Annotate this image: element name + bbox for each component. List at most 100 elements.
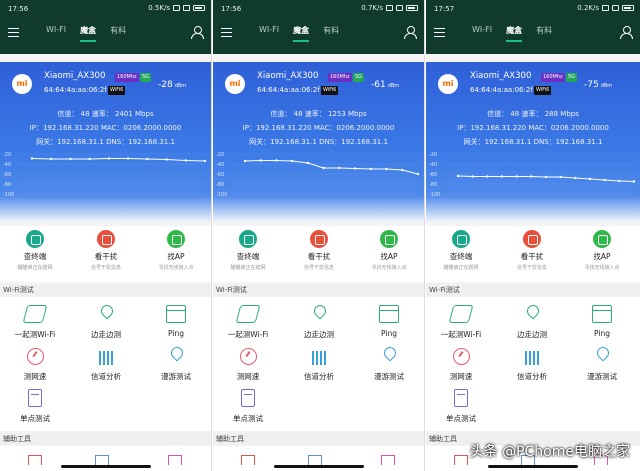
gateway-dns: 网关：192.168.31.1 DNS：192.168.31.1 [463,138,603,146]
tool-speed-test[interactable]: 测网速 [213,347,283,382]
menu-icon[interactable] [221,28,232,37]
y-tick-label: -40 [3,162,11,168]
tool-label: 信道分析 [517,372,547,381]
tool-together-test[interactable]: 一起测Wi-Fi [213,305,283,340]
quick-interference[interactable]: 看干扰 信号干扰信息 [71,230,141,271]
tab-youliao[interactable]: 有料 [323,25,339,42]
aux-tool-icon[interactable] [454,455,468,465]
tool-label: 测网速 [23,372,47,381]
y-tick-label: -80 [429,182,437,188]
quick-label: 查终端 [23,252,47,261]
home-indicator[interactable] [488,465,578,468]
phone-screen-2: 17:56 0.7K/s WI-FI 魔盒 有料 mi Xiaomi_AX300… [213,0,425,471]
tool-ping[interactable]: Ping [354,305,424,338]
quick-find-ap[interactable]: 找AP 寻找无线接入点 [141,230,211,271]
tab-wifi[interactable]: WI-FI [46,25,66,42]
signal-point [618,179,621,183]
tool-single-point-test[interactable]: 单点测试 [426,389,496,424]
ip-mac: IP：192.168.31.220 MAC：0206.2000.0000 [242,124,395,132]
scan-devices-icon [452,230,470,248]
menu-icon[interactable] [8,28,19,37]
tab-wifi[interactable]: WI-FI [259,25,279,42]
tool-label: 漫游测试 [374,372,404,381]
aux-tool-icon[interactable] [381,455,395,465]
signal-point [574,176,577,180]
channel-bars-icon [96,347,116,365]
quick-label: 查终端 [236,252,260,261]
tool-ping[interactable]: Ping [141,305,211,338]
quick-interference[interactable]: 看干扰 信号干扰信息 [284,230,354,271]
channel-rate: 信道： 48 速率： 1253 Mbps [270,110,367,118]
watermark: 头条 @PChome电脑之家 [469,444,630,460]
band-badge: 5G [140,73,152,82]
wifi-status-icon [612,5,619,11]
tool-label: 一起测Wi-Fi [440,330,482,339]
tool-roaming-test[interactable]: 漫游测试 [141,347,211,382]
tool-walk-test[interactable]: 边走边测 [71,305,141,340]
aux-tool-icon[interactable] [28,455,42,465]
tool-speed-test[interactable]: 测网速 [0,347,70,382]
aux-tool-icon[interactable] [241,455,255,465]
status-icons: 0.5K/s [148,4,205,12]
aux-tool-icon[interactable] [168,455,182,465]
signal-point [369,167,373,171]
ping-icon [592,305,612,323]
tool-roaming-test[interactable]: 漫游测试 [567,347,637,382]
tab-mohe[interactable]: 魔盒 [506,25,523,42]
tool-together-test[interactable]: 一起测Wi-Fi [426,305,496,340]
xiaomi-logo-icon: mi [12,74,32,94]
user-icon[interactable] [404,26,417,39]
card-fade [426,196,640,222]
band-badge: 5G [353,73,365,82]
signal-point [259,159,262,162]
signal-point [338,166,341,170]
quick-scan-devices[interactable]: 查终端 瞄瞄谁正在蹭网 [213,230,283,271]
quick-sub: 寻找无线接入点 [158,265,194,271]
quick-find-ap[interactable]: 找AP 寻找无线接入点 [567,230,637,271]
home-indicator[interactable] [273,465,364,468]
tab-mohe[interactable]: 魔盒 [80,25,97,42]
tool-walk-test[interactable]: 边走边测 [284,305,354,340]
menu-icon[interactable] [434,28,445,37]
tool-single-point-test[interactable]: 单点测试 [0,389,70,424]
main-tabs: WI-FI 魔盒 有料 [46,25,126,42]
y-tick-label: -40 [429,162,437,168]
aux-tool-icon[interactable] [308,455,322,465]
signal-chart: -20-40-60-80-100 [429,152,636,198]
tool-walk-test[interactable]: 边走边测 [497,305,567,340]
band-badge: 5G [566,73,578,82]
quick-interference[interactable]: 看干扰 信号干扰信息 [497,230,567,271]
signal-point [146,157,149,161]
tool-single-point-test[interactable]: 单点测试 [213,389,283,424]
quick-scan-devices[interactable]: 查终端 瞄瞄谁正在蹭网 [0,230,70,271]
channel-bars-icon [309,347,329,365]
y-tick-label: -80 [216,182,224,188]
tool-roaming-test[interactable]: 漫游测试 [354,347,424,382]
tab-youliao[interactable]: 有料 [536,25,552,42]
tool-channel-analysis[interactable]: 信道分析 [497,347,567,382]
tab-wifi[interactable]: WI-FI [472,25,492,42]
quick-label: 找AP [167,252,185,261]
tab-mohe[interactable]: 魔盒 [293,25,310,42]
tab-youliao[interactable]: 有料 [110,25,126,42]
gateway-dns: 网关：192.168.31.1 DNS：192.168.31.1 [249,138,388,146]
network-speed: 0.7K/s [361,4,383,12]
location-pin-icon [96,305,116,323]
tool-speed-test[interactable]: 测网速 [426,347,496,382]
quick-find-ap[interactable]: 找AP 寻找无线接入点 [354,230,424,271]
quick-scan-devices[interactable]: 查终端 瞄瞄谁正在蹭网 [426,230,496,271]
tool-ping[interactable]: Ping [567,305,637,338]
user-icon[interactable] [620,26,633,39]
tool-label: Ping [168,329,184,338]
tool-label: 信道分析 [304,372,334,381]
home-indicator[interactable] [60,465,151,468]
tool-together-test[interactable]: 一起测Wi-Fi [0,305,70,340]
user-icon[interactable] [191,26,204,39]
aux-tool-icon[interactable] [95,455,109,465]
comparison-screens: 17:56 0.5K/s WI-FI 魔盒 有料 mi Xiaomi_AX300… [0,0,640,471]
tool-channel-analysis[interactable]: 信道分析 [284,347,354,382]
quick-label: 找AP [593,252,611,261]
scan-devices-icon [239,230,257,248]
quick-sub: 瞄瞄谁正在蹭网 [17,265,53,271]
tool-channel-analysis[interactable]: 信道分析 [71,347,141,382]
